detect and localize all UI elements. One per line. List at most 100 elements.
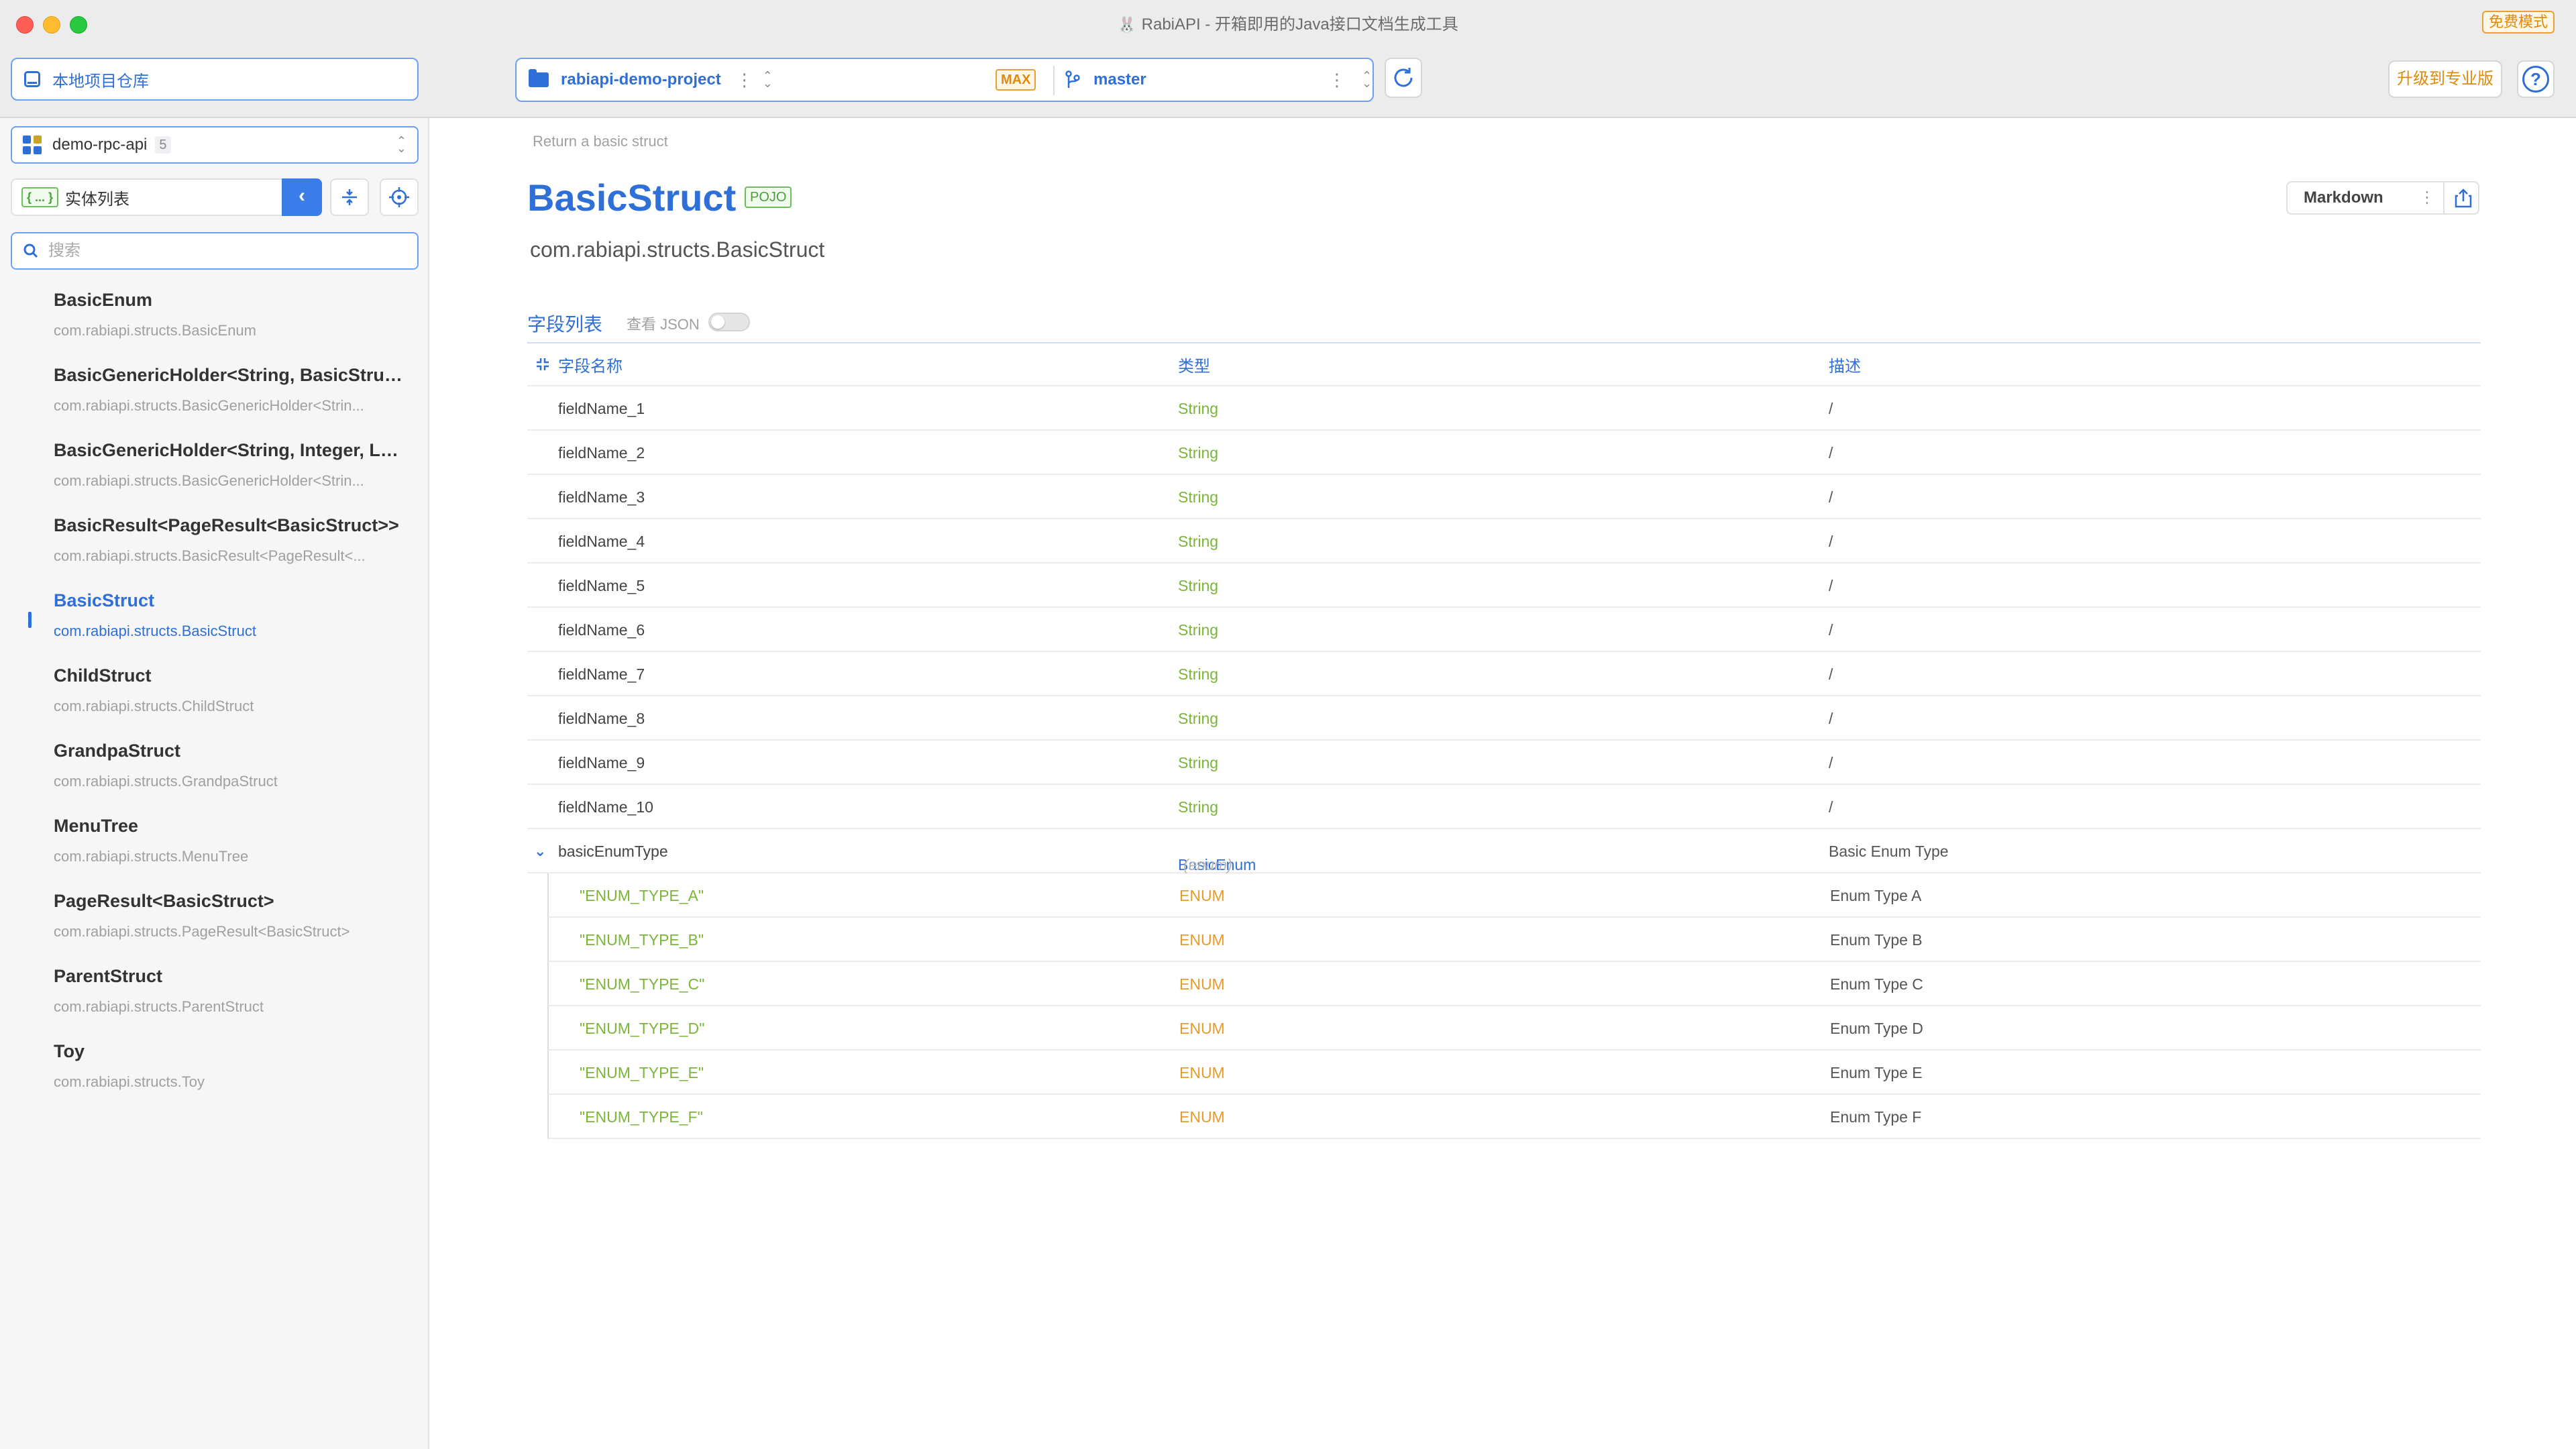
entity-list-item[interactable]: MenuTree com.rabiapi.structs.MenuTree xyxy=(0,808,429,883)
table-row-child: "ENUM_TYPE_E" ENUM Enum Type E xyxy=(547,1051,2481,1095)
enum-value-desc: Enum Type B xyxy=(1830,931,1923,949)
entity-name: PageResult<BasicStruct> xyxy=(54,891,274,911)
entity-package: com.rabiapi.structs.MenuTree xyxy=(54,848,249,865)
max-badge: MAX xyxy=(996,69,1036,91)
help-icon: ? xyxy=(2522,66,2549,93)
table-row: fieldName_6 String / xyxy=(527,608,2481,652)
table-header: 字段名称 类型 描述 xyxy=(527,343,2481,386)
field-name: fieldName_10 xyxy=(558,798,653,816)
table-row: fieldName_1 String / xyxy=(527,386,2481,431)
table-row: fieldName_7 String / xyxy=(527,652,2481,696)
entity-list-item[interactable]: BasicGenericHolder<String, Integer, Lo..… xyxy=(0,432,429,507)
table-row: fieldName_4 String / xyxy=(527,519,2481,564)
local-repo-button[interactable]: 本地项目仓库 xyxy=(11,58,419,101)
main-panel: Return a basic struct BasicStruct POJO c… xyxy=(431,118,2576,1449)
expand-all-button[interactable] xyxy=(535,357,550,376)
field-type: String xyxy=(1178,754,1219,771)
field-type: String xyxy=(1178,488,1219,506)
module-name: demo-rpc-api xyxy=(52,136,148,154)
help-button[interactable]: ? xyxy=(2517,60,2555,98)
entity-package: com.rabiapi.structs.BasicGenericHolder<S… xyxy=(54,472,364,489)
entity-list-item[interactable]: ParentStruct com.rabiapi.structs.ParentSt… xyxy=(0,958,429,1033)
project-more-icon[interactable]: ⋮ xyxy=(736,70,753,91)
branch-more-icon[interactable]: ⋮ xyxy=(1328,70,1346,91)
enum-value-desc: Enum Type C xyxy=(1830,975,1923,993)
entity-type-select[interactable]: { ... } 实体列表 xyxy=(11,178,322,216)
chevron-down-icon[interactable]: ⌄ xyxy=(534,843,546,860)
project-branch-selector: rabiapi-demo-project ⋮ ⌃ ⌄ MAX master ⋮ ⌃… xyxy=(515,58,1374,102)
enum-value-name: "ENUM_TYPE_D" xyxy=(580,1020,705,1037)
collapse-all-icon xyxy=(537,358,549,370)
entity-name: Toy xyxy=(54,1041,85,1061)
field-desc: Basic Enum Type xyxy=(1829,843,1949,860)
field-type: String xyxy=(1178,798,1219,816)
class-path: com.rabiapi.structs.BasicStruct xyxy=(530,237,825,262)
share-export-icon xyxy=(2455,189,2472,208)
module-select[interactable]: demo-rpc-api 5 ⌃ ⌄ xyxy=(11,126,419,164)
field-type-hint: (enum) xyxy=(1183,856,1232,873)
entity-name: MenuTree xyxy=(54,816,139,836)
entity-list-item[interactable]: GrandpaStruct com.rabiapi.structs.Grandpa… xyxy=(0,733,429,808)
active-indicator xyxy=(28,612,32,628)
branch-chevron-updown-icon[interactable]: ⌃ ⌄ xyxy=(1362,70,1372,89)
entity-name: ChildStruct xyxy=(54,665,152,686)
window-title-text: RabiAPI - 开箱即用的Java接口文档生成工具 xyxy=(1141,15,1458,34)
export-format-select[interactable]: Markdown xyxy=(2304,182,2383,213)
module-grid-icon xyxy=(23,136,42,154)
field-name: fieldName_3 xyxy=(558,488,645,506)
upgrade-pro-button[interactable]: 升级到专业版 xyxy=(2388,60,2502,98)
field-type: String xyxy=(1178,577,1219,594)
field-rows: fieldName_1 String / fieldName_2 String / fiel… xyxy=(527,386,2481,1139)
entity-package: com.rabiapi.structs.ParentStruct xyxy=(54,998,264,1015)
git-branch-icon xyxy=(1065,70,1080,88)
search-input[interactable] xyxy=(48,241,384,260)
entity-name: BasicEnum xyxy=(54,290,153,310)
view-json-label: 查看 JSON xyxy=(627,316,700,333)
table-row: fieldName_8 String / xyxy=(527,696,2481,741)
enum-value-name: "ENUM_TYPE_F" xyxy=(580,1108,703,1126)
title-bar: 🐰 RabiAPI - 开箱即用的Java接口文档生成工具 免费模式 本地项目仓库… xyxy=(0,0,2576,118)
enum-value-desc: Enum Type A xyxy=(1830,887,1922,904)
search-icon xyxy=(23,244,38,258)
column-header-desc: 描述 xyxy=(1829,357,1861,376)
entity-list-item[interactable]: BasicResult<PageResult<BasicStruct>> com.… xyxy=(0,507,429,582)
entity-package: com.rabiapi.structs.ChildStruct xyxy=(54,698,254,714)
table-row: fieldName_2 String / xyxy=(527,431,2481,475)
entity-list-item[interactable]: Toy com.rabiapi.structs.Toy xyxy=(0,1033,429,1108)
enum-value-desc: Enum Type E xyxy=(1830,1064,1923,1081)
field-type: String xyxy=(1178,533,1219,550)
project-chevron-updown-icon[interactable]: ⌃ ⌄ xyxy=(763,70,773,89)
entity-list: BasicEnum com.rabiapi.structs.BasicEnum Ba… xyxy=(0,282,429,1108)
collapse-sidebar-button[interactable]: ‹ xyxy=(282,178,322,216)
entity-list-item[interactable]: PageResult<BasicStruct> com.rabiapi.struc… xyxy=(0,883,429,958)
table-row-enum[interactable]: ⌄ basicEnumType BasicEnum (enum) Basic Enum … xyxy=(527,829,2481,873)
locate-button[interactable] xyxy=(380,178,419,216)
entity-list-item[interactable]: BasicEnum com.rabiapi.structs.BasicEnum xyxy=(0,282,429,357)
entity-list-item[interactable]: BasicStruct com.rabiapi.structs.BasicStru… xyxy=(0,582,429,657)
field-list-title: 字段列表 xyxy=(527,314,603,335)
entity-list-item[interactable]: ChildStruct com.rabiapi.structs.ChildStru… xyxy=(0,657,429,733)
folder-icon xyxy=(529,69,549,87)
field-type: String xyxy=(1178,400,1219,417)
entity-toolbar: { ... } 实体列表 ‹ xyxy=(11,178,419,216)
entity-package: com.rabiapi.structs.BasicGenericHolder<S… xyxy=(54,397,364,414)
view-json-toggle[interactable] xyxy=(708,313,750,331)
refresh-button[interactable] xyxy=(1385,58,1422,98)
field-type: String xyxy=(1178,621,1219,639)
field-name: fieldName_7 xyxy=(558,665,645,683)
table-row-child: "ENUM_TYPE_B" ENUM Enum Type B xyxy=(547,918,2481,962)
entity-list-item[interactable]: BasicGenericHolder<String, BasicStruc...… xyxy=(0,357,429,432)
project-select[interactable]: rabiapi-demo-project xyxy=(561,70,721,89)
entity-name: BasicGenericHolder<String, Integer, Lo..… xyxy=(54,440,402,460)
divider xyxy=(1053,66,1055,95)
export-button[interactable] xyxy=(2449,182,2478,213)
field-desc: / xyxy=(1829,400,1833,417)
expand-collapse-button[interactable] xyxy=(330,178,369,216)
field-name: fieldName_4 xyxy=(558,533,645,550)
entity-package: com.rabiapi.structs.GrandpaStruct xyxy=(54,773,278,790)
table-row: fieldName_10 String / xyxy=(527,785,2481,829)
branch-select[interactable]: master xyxy=(1065,70,1146,89)
export-more-icon[interactable]: ⋮ xyxy=(2419,182,2435,213)
field-type: String xyxy=(1178,710,1219,727)
entity-package: com.rabiapi.structs.BasicStruct xyxy=(54,623,256,639)
